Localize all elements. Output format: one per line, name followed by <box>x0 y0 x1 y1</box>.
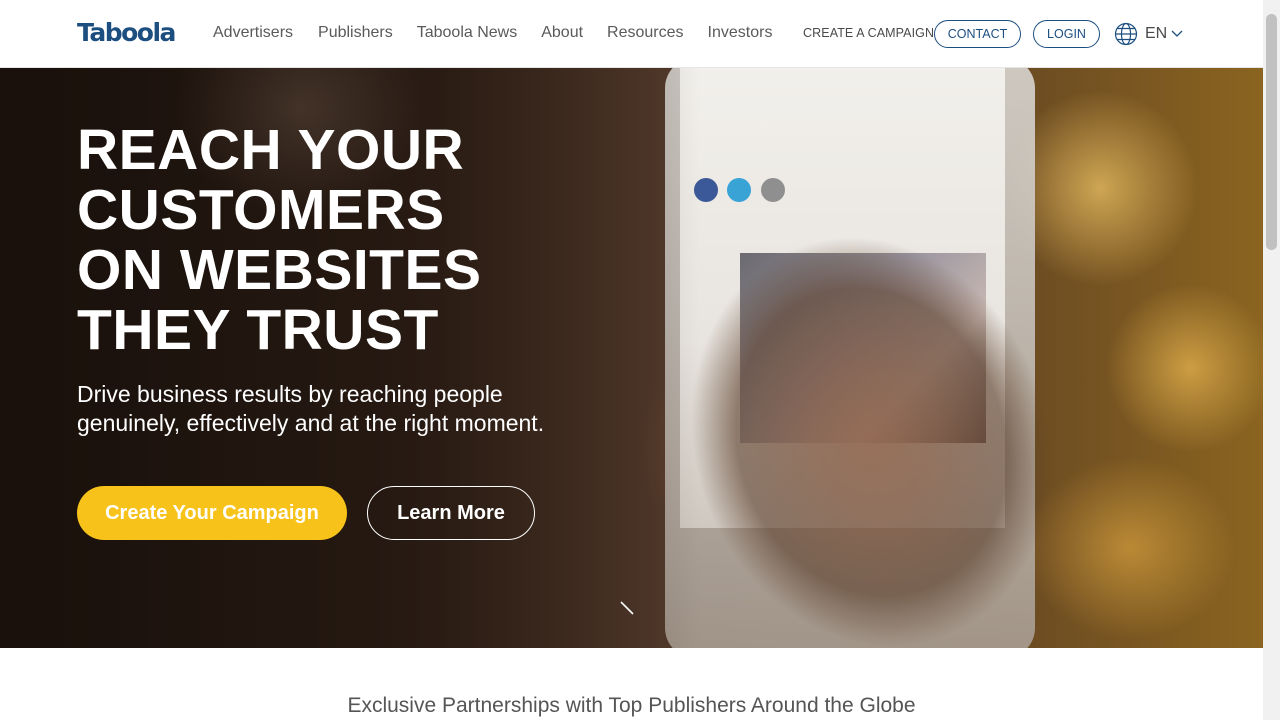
partners-heading: Exclusive Partnerships with Top Publishe… <box>347 694 916 717</box>
chevron-down-icon[interactable] <box>1171 30 1183 38</box>
nav-taboola-news[interactable]: Taboola News <box>417 24 518 42</box>
create-campaign-button[interactable]: Create Your Campaign <box>77 486 347 540</box>
globe-icon[interactable] <box>1114 22 1138 46</box>
learn-more-button[interactable]: Learn More <box>367 486 535 540</box>
scroll-down-icon[interactable] <box>619 600 637 618</box>
subline: Drive business results by reaching peopl… <box>77 381 503 407</box>
scrollbar-thumb[interactable] <box>1266 14 1277 250</box>
headline-line: REACH YOUR <box>77 118 465 182</box>
hero-subheadline: Drive business results by reaching peopl… <box>77 380 597 438</box>
headline-line: CUSTOMERS <box>77 178 445 242</box>
headline-line: THEY TRUST <box>77 298 439 362</box>
login-button[interactable]: LOGIN <box>1033 20 1100 48</box>
taboola-logo[interactable]: Taboola <box>77 18 176 47</box>
hero-headline: REACH YOUR CUSTOMERS ON WEBSITES THEY TR… <box>77 120 637 360</box>
contact-button[interactable]: CONTACT <box>934 20 1021 48</box>
hero-section: REACH YOUR CUSTOMERS ON WEBSITES THEY TR… <box>0 68 1263 648</box>
nav-about[interactable]: About <box>541 24 583 42</box>
nav-advertisers[interactable]: Advertisers <box>213 24 293 42</box>
nav-investors[interactable]: Investors <box>708 24 773 42</box>
headline-line: ON WEBSITES <box>77 238 482 302</box>
create-campaign-link[interactable]: CREATE A CAMPAIGN <box>803 26 934 40</box>
language-selector[interactable]: EN <box>1145 25 1167 43</box>
main-nav: Advertisers Publishers Taboola News Abou… <box>213 24 796 42</box>
nav-resources[interactable]: Resources <box>607 24 683 42</box>
subline: genuinely, effectively and at the right … <box>77 410 545 436</box>
nav-publishers[interactable]: Publishers <box>318 24 393 42</box>
site-header: Taboola Advertisers Publishers Taboola N… <box>0 0 1263 68</box>
